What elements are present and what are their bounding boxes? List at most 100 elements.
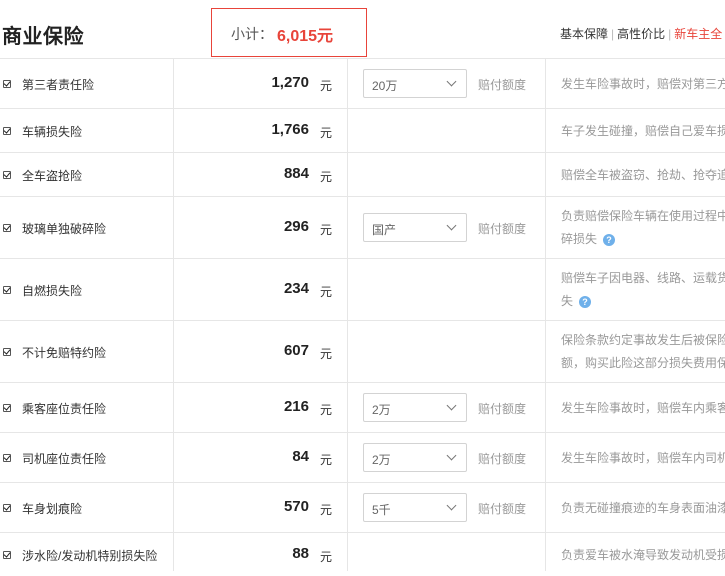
premium-unit: 元 [320, 170, 333, 184]
row-checkbox[interactable] [3, 551, 11, 559]
row-checkbox[interactable] [3, 224, 11, 232]
row-checkbox[interactable] [3, 348, 11, 356]
row-checkbox[interactable] [3, 454, 11, 462]
coverage-description-text: 赔偿全车被盗窃、抢劫、抢夺追 [561, 168, 725, 182]
coverage-limit-label: 赔付额度 [478, 452, 527, 466]
coverage-description-text: 赔偿车子因电器、线路、运载货 [561, 271, 725, 285]
premium-amount: 607 [283, 342, 309, 359]
premium-unit: 元 [320, 285, 333, 299]
row-checkbox[interactable] [3, 504, 11, 512]
coverage-limit-select[interactable]: 2万 [363, 393, 467, 422]
coverage-description: 负责赔偿保险车辆在使用过程中 碎损失? [561, 205, 725, 251]
premium-unit: 元 [320, 347, 333, 361]
coverage-limit-value: 5千 [372, 503, 391, 517]
coverage-description-text: 碎损失 [561, 232, 598, 246]
help-icon[interactable]: ? [579, 295, 592, 308]
coverage-name: 全车盗抢险 [22, 169, 83, 183]
header: 商业保险 小计： 6,015元 基本保障 | 高性价比 | 新车主全 [0, 0, 725, 58]
coverage-name: 车辆损失险 [22, 125, 83, 139]
coverage-limit-value: 2万 [372, 403, 391, 417]
plan-tabs: 基本保障 | 高性价比 | 新车主全 [560, 25, 722, 42]
coverage-name: 涉水险/发动机特别损失险 [22, 549, 158, 563]
premium-amount: 1,270 [271, 74, 309, 91]
row-checkbox[interactable] [3, 286, 11, 294]
coverage-description: 赔偿全车被盗窃、抢劫、抢夺追 [561, 164, 725, 187]
table-row: 乘客座位责任险 216 元 2万 赔付额度 发生车险事故时，赔偿车内乘客 [0, 382, 725, 432]
coverage-limit-value: 2万 [372, 453, 391, 467]
plan-separator: | [668, 27, 672, 41]
row-checkbox[interactable] [3, 404, 11, 412]
coverage-description-text: 负责爱车被水淹导致发动机受损 [561, 548, 725, 562]
coverage-description-text: 负责赔偿保险车辆在使用过程中 [561, 209, 725, 223]
plan-tab-basic[interactable]: 基本保障 [560, 27, 608, 41]
table-row: 全车盗抢险 884 元 赔偿全车被盗窃、抢劫、抢夺追 [0, 152, 725, 196]
coverage-description-line: 额，购买此险这部分损失费用保 [561, 352, 725, 375]
coverage-description-text: 负责无碰撞痕迹的车身表面油漆 [561, 501, 725, 515]
coverage-description: 发生车险事故时，赔偿车内司机 [561, 447, 725, 470]
premium-amount: 84 [292, 448, 309, 465]
premium-amount: 884 [283, 165, 309, 182]
premium-amount: 570 [283, 498, 309, 515]
table-row: 车身划痕险 570 元 5千 赔付额度 负责无碰撞痕迹的车身表面油漆 [0, 482, 725, 532]
coverage-description-line: 发生车险事故时，赔偿车内乘客 [561, 397, 725, 420]
premium-unit: 元 [320, 503, 333, 517]
premium-unit: 元 [320, 550, 333, 564]
premium-amount: 296 [283, 218, 309, 235]
row-checkbox[interactable] [3, 127, 11, 135]
coverage-limit-select[interactable]: 国产 [363, 213, 467, 242]
coverage-limit-label: 赔付额度 [478, 402, 527, 416]
coverage-description-text: 额，购买此险这部分损失费用保 [561, 356, 725, 370]
premium-amount: 216 [283, 398, 309, 415]
coverage-description-line: 赔偿车子因电器、线路、运载货 [561, 267, 725, 290]
coverage-description-text: 失 [561, 294, 574, 308]
table-row: 司机座位责任险 84 元 2万 赔付额度 发生车险事故时，赔偿车内司机 [0, 432, 725, 482]
premium-amount: 234 [283, 280, 309, 297]
coverage-description: 车子发生碰撞，赔偿自己爱车损 [561, 120, 725, 143]
coverage-description-line: 负责无碰撞痕迹的车身表面油漆 [561, 497, 725, 520]
table-row: 涉水险/发动机特别损失险 88 元 负责爱车被水淹导致发动机受损 [0, 532, 725, 576]
coverage-description: 赔偿车子因电器、线路、运载货失? [561, 267, 725, 313]
help-icon[interactable]: ? [603, 233, 616, 246]
coverage-limit-select[interactable]: 5千 [363, 493, 467, 522]
coverage-description-line: 发生车险事故时，赔偿车内司机 [561, 447, 725, 470]
plan-tab-newcar[interactable]: 新车主全 [674, 27, 722, 41]
coverage-name: 玻璃单独破碎险 [22, 222, 107, 236]
chevron-down-icon [446, 450, 457, 461]
table-row: 第三者责任险 1,270 元 20万 赔付额度 发生车险事故时，赔偿对第三方 [0, 58, 725, 108]
table-row: 玻璃单独破碎险 296 元 国产 赔付额度 负责赔偿保险车辆在使用过程中 碎损失? [0, 196, 725, 258]
coverage-limit-label: 赔付额度 [478, 222, 527, 236]
coverage-description-line: 赔偿全车被盗窃、抢劫、抢夺追 [561, 164, 725, 187]
table-row: 不计免赔特约险 607 元 保险条款约定事故发生后被保险 额，购买此险这部分损失费用保 [0, 320, 725, 382]
table-row: 车辆损失险 1,766 元 车子发生碰撞，赔偿自己爱车损 [0, 108, 725, 152]
subtotal-box: 小计： 6,015元 [211, 8, 367, 57]
row-checkbox[interactable] [3, 80, 11, 88]
coverage-description: 负责爱车被水淹导致发动机受损 [561, 544, 725, 567]
coverage-description-line: 失? [561, 290, 725, 313]
coverage-description-text: 车子发生碰撞，赔偿自己爱车损 [561, 124, 725, 138]
coverage-description-line: 车子发生碰撞，赔偿自己爱车损 [561, 120, 725, 143]
coverage-name: 不计免赔特约险 [22, 346, 107, 360]
coverage-description: 负责无碰撞痕迹的车身表面油漆 [561, 497, 725, 520]
coverage-limit-value: 国产 [372, 223, 397, 237]
plan-tab-value[interactable]: 高性价比 [617, 27, 665, 41]
coverage-limit-select[interactable]: 2万 [363, 443, 467, 472]
coverage-description-text: 发生车险事故时，赔偿车内司机 [561, 451, 725, 465]
coverage-name: 司机座位责任险 [22, 452, 107, 466]
chevron-down-icon [446, 76, 457, 87]
coverage-limit-select[interactable]: 20万 [363, 69, 467, 98]
coverage-description-line: 碎损失? [561, 228, 725, 251]
coverage-limit-label: 赔付额度 [478, 502, 527, 516]
row-checkbox[interactable] [3, 171, 11, 179]
coverage-description-text: 发生车险事故时，赔偿车内乘客 [561, 401, 725, 415]
premium-unit: 元 [320, 223, 333, 237]
premium-amount: 1,766 [271, 121, 309, 138]
premium-amount: 88 [292, 545, 309, 562]
plan-separator: | [611, 27, 615, 41]
coverage-description-line: 保险条款约定事故发生后被保险 [561, 329, 725, 352]
subtotal-label: 小计： [231, 26, 273, 42]
coverage-name: 乘客座位责任险 [22, 402, 107, 416]
coverage-limit-value: 20万 [372, 79, 398, 93]
coverage-description: 保险条款约定事故发生后被保险 额，购买此险这部分损失费用保 [561, 329, 725, 375]
coverage-name: 第三者责任险 [22, 78, 95, 92]
coverage-description-text: 保险条款约定事故发生后被保险 [561, 333, 725, 347]
